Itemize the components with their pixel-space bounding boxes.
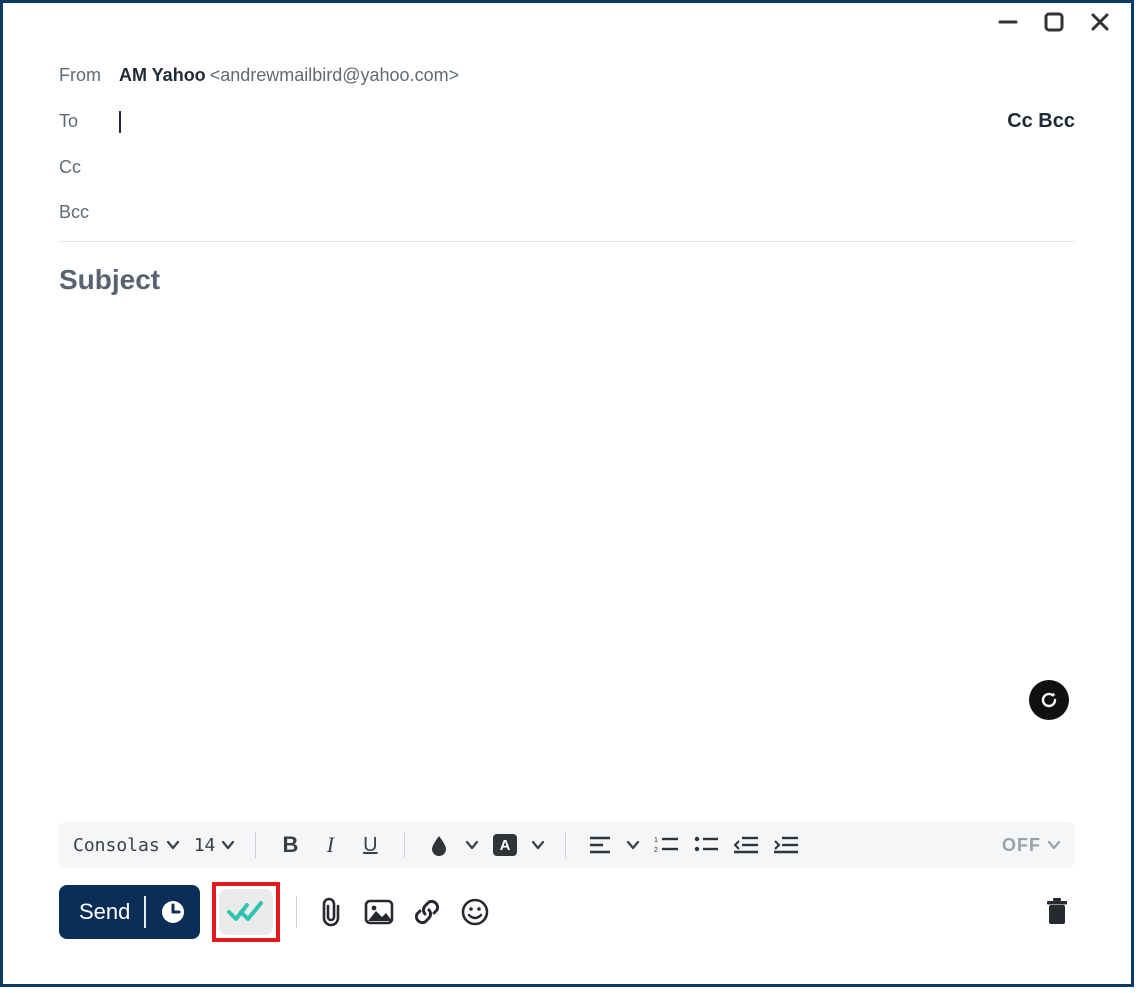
header-fields: From AM Yahoo <andrewmailbird@yahoo.com>… bbox=[59, 53, 1075, 296]
chevron-down-icon bbox=[221, 838, 235, 852]
chevron-down-icon bbox=[166, 838, 180, 852]
separator bbox=[296, 896, 297, 928]
text-color-button[interactable] bbox=[425, 831, 453, 859]
close-button[interactable] bbox=[1087, 9, 1113, 35]
clock-icon bbox=[160, 899, 186, 925]
highlight-color-button[interactable]: A bbox=[491, 831, 519, 859]
align-button[interactable] bbox=[586, 831, 614, 859]
minimize-button[interactable] bbox=[995, 9, 1021, 35]
format-toolbar: Consolas 14 B I U A bbox=[59, 822, 1075, 868]
schedule-send-button[interactable] bbox=[160, 899, 186, 925]
action-bar: Send bbox=[59, 884, 1075, 940]
svg-text:A: A bbox=[500, 837, 511, 854]
maximize-button[interactable] bbox=[1041, 9, 1067, 35]
text-cursor-icon bbox=[119, 111, 121, 133]
font-family-select[interactable]: Consolas bbox=[73, 835, 180, 856]
svg-text:2: 2 bbox=[654, 847, 658, 854]
text-style-group: B I U bbox=[276, 831, 384, 859]
bold-button[interactable]: B bbox=[276, 831, 304, 859]
smiley-icon bbox=[461, 898, 489, 926]
separator bbox=[404, 832, 405, 858]
insert-emoji-button[interactable] bbox=[457, 894, 493, 930]
font-size-select[interactable]: 14 bbox=[194, 835, 236, 856]
link-icon bbox=[412, 897, 442, 927]
from-account-name: AM Yahoo bbox=[119, 65, 206, 86]
separator bbox=[255, 832, 256, 858]
discard-button[interactable] bbox=[1039, 894, 1075, 930]
italic-button[interactable]: I bbox=[316, 831, 344, 859]
cc-row[interactable]: Cc bbox=[59, 145, 1075, 190]
from-label: From bbox=[59, 65, 119, 86]
separator bbox=[144, 896, 146, 928]
outdent-button[interactable] bbox=[732, 831, 760, 859]
color-group: A bbox=[425, 831, 545, 859]
send-button-group: Send bbox=[59, 885, 200, 939]
to-label: To bbox=[59, 111, 119, 132]
tracking-indicator-toggle[interactable]: OFF bbox=[1002, 835, 1061, 856]
cc-bcc-toggle[interactable]: Cc Bcc bbox=[1007, 110, 1075, 133]
separator bbox=[565, 832, 566, 858]
font-size-value: 14 bbox=[194, 835, 216, 856]
unordered-list-button[interactable] bbox=[692, 831, 720, 859]
drop-icon bbox=[429, 834, 449, 856]
header-divider bbox=[59, 241, 1075, 242]
chevron-down-icon bbox=[1047, 838, 1061, 852]
window-controls bbox=[995, 9, 1113, 35]
bullet-list-icon bbox=[694, 836, 718, 854]
align-left-icon bbox=[589, 836, 611, 854]
email-tracking-highlight bbox=[212, 882, 280, 942]
bcc-label: Bcc bbox=[59, 202, 119, 223]
cc-label: Cc bbox=[59, 157, 119, 178]
insert-image-button[interactable] bbox=[361, 894, 397, 930]
highlight-icon: A bbox=[492, 833, 518, 857]
paragraph-group: 12 bbox=[586, 831, 800, 859]
to-row: To Cc Bcc bbox=[59, 98, 1075, 145]
tracking-indicator-label: OFF bbox=[1002, 835, 1041, 856]
ordered-list-button[interactable]: 12 bbox=[652, 831, 680, 859]
email-tracking-button[interactable] bbox=[219, 889, 273, 935]
message-body[interactable] bbox=[59, 296, 1075, 726]
bcc-row[interactable]: Bcc bbox=[59, 190, 1075, 235]
compose-window: From AM Yahoo <andrewmailbird@yahoo.com>… bbox=[0, 0, 1134, 987]
send-button[interactable]: Send bbox=[79, 899, 130, 925]
subject-input[interactable]: Subject bbox=[59, 264, 1075, 296]
from-account-email: <andrewmailbird@yahoo.com> bbox=[210, 65, 459, 86]
trash-icon bbox=[1044, 897, 1070, 927]
underline-button[interactable]: U bbox=[356, 831, 384, 859]
paperclip-icon bbox=[318, 897, 344, 927]
font-family-value: Consolas bbox=[73, 835, 160, 856]
chevron-down-icon[interactable] bbox=[531, 838, 545, 852]
outdent-icon bbox=[734, 836, 758, 854]
to-input[interactable] bbox=[119, 110, 121, 132]
grammarly-icon[interactable] bbox=[1029, 680, 1069, 720]
chevron-down-icon[interactable] bbox=[465, 838, 479, 852]
compose-content: From AM Yahoo <andrewmailbird@yahoo.com>… bbox=[59, 53, 1075, 934]
insert-link-button[interactable] bbox=[409, 894, 445, 930]
indent-button[interactable] bbox=[772, 831, 800, 859]
image-icon bbox=[364, 899, 394, 925]
indent-icon bbox=[774, 836, 798, 854]
double-check-icon bbox=[227, 899, 265, 925]
ordered-list-icon: 12 bbox=[654, 836, 678, 854]
attach-file-button[interactable] bbox=[313, 894, 349, 930]
svg-text:1: 1 bbox=[654, 837, 658, 844]
chevron-down-icon[interactable] bbox=[626, 838, 640, 852]
from-row[interactable]: From AM Yahoo <andrewmailbird@yahoo.com> bbox=[59, 53, 1075, 98]
